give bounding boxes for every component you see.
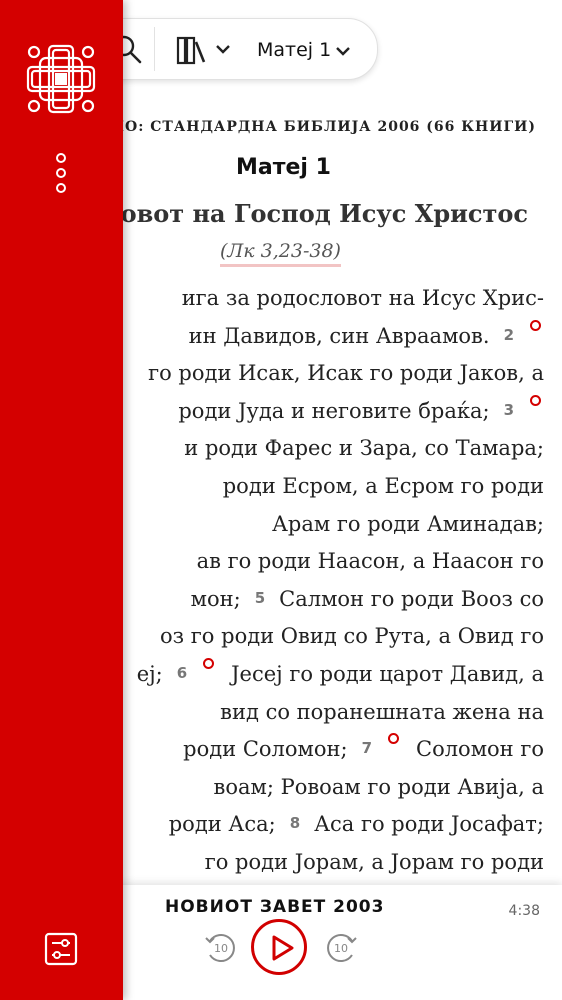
verse-text: Салмон го роди Вооз со	[279, 586, 544, 611]
footnote-marker-icon[interactable]	[203, 657, 215, 669]
play-icon	[272, 935, 294, 961]
verse-text: Јесеј го роди царот Давид, а	[231, 661, 544, 686]
verse-text: и роди Фарес и Зара, со Тамара;	[184, 436, 544, 461]
chapter-title: Матеј 1	[236, 155, 331, 180]
footnote-marker-icon[interactable]	[388, 733, 399, 745]
chevron-down-icon	[336, 46, 351, 56]
verse-text: ига за родословот на Исус Хрис-	[181, 286, 544, 310]
verse-text: Аса го роди Јосафат;	[314, 812, 544, 837]
verse-text: роди Соломон;	[183, 737, 348, 762]
verse-text: вид со поранешната жена на	[220, 699, 544, 724]
verse-number[interactable]: 7	[362, 739, 372, 757]
cross-knot-logo-icon	[26, 44, 96, 114]
verse-text: мон;	[190, 586, 241, 611]
section-heading: ловот на Господ Исус Христос	[103, 199, 528, 228]
verse-text: роди Есром, а Есром го роди	[222, 473, 544, 498]
verse-text: роди Јуда и неговите браќа;	[178, 398, 490, 423]
verse-number[interactable]: 2	[504, 326, 514, 344]
rewind-10-label: 10	[214, 942, 228, 955]
rewind-10-icon: 10	[205, 934, 235, 962]
verse-text: Соломон го	[416, 737, 544, 762]
pill-divider	[154, 27, 155, 71]
verse-number[interactable]: 3	[504, 401, 514, 419]
verse-text: ин Давидов, син Авраамов.	[188, 323, 490, 348]
verse-text: ав го роди Наасон, а Наасон го	[196, 549, 544, 574]
rewind-10-button[interactable]: 10	[202, 929, 238, 965]
library-books-icon	[176, 36, 230, 65]
verse-number[interactable]: 8	[290, 814, 300, 832]
sidebar-drawer	[0, 0, 123, 1000]
settings-button[interactable]	[44, 932, 78, 966]
forward-10-icon: 10	[327, 934, 357, 962]
verse-number[interactable]: 5	[255, 589, 265, 607]
version-selector-button[interactable]	[175, 33, 239, 67]
forward-10-label: 10	[334, 942, 348, 955]
footnote-marker-icon[interactable]	[530, 319, 541, 331]
audio-duration: 4:38	[508, 903, 540, 919]
footnote-marker-icon[interactable]	[530, 394, 541, 406]
verse-number[interactable]: 6	[177, 664, 187, 682]
chapter-selector-label: Матеј 1	[257, 39, 332, 61]
cross-reference-link[interactable]: (Лк 3,23-38)	[220, 240, 341, 267]
chapter-selector-button[interactable]: Матеј 1	[257, 33, 351, 67]
verse-text: Арам го роди Аминадав;	[272, 511, 544, 536]
forward-10-button[interactable]: 10	[324, 929, 360, 965]
cross-knot-logo[interactable]	[22, 40, 100, 118]
verse-text: оз го роди Овид со Рута, а Овид го	[160, 624, 544, 649]
sliders-icon	[44, 932, 78, 966]
more-vertical-icon	[56, 153, 66, 193]
verse-text: роди Аса;	[168, 812, 276, 837]
verse-text: еј;	[136, 661, 163, 686]
audio-title: НОВИОТ ЗАВЕТ 2003	[165, 897, 385, 917]
verse-text: го роди Исак, Исак го роди Јаков, а	[148, 361, 544, 386]
bible-version-line: МО: СТАНДАРДНА БИБЛИЈА 2006 (66 КНИГИ)	[108, 119, 536, 135]
play-button[interactable]	[251, 919, 307, 975]
more-options-button[interactable]	[50, 150, 72, 196]
verse-text: го роди Јорам, а Јорам го роди	[204, 849, 544, 874]
verse-text: воам; Ровоам го роди Авија, а	[213, 774, 544, 799]
